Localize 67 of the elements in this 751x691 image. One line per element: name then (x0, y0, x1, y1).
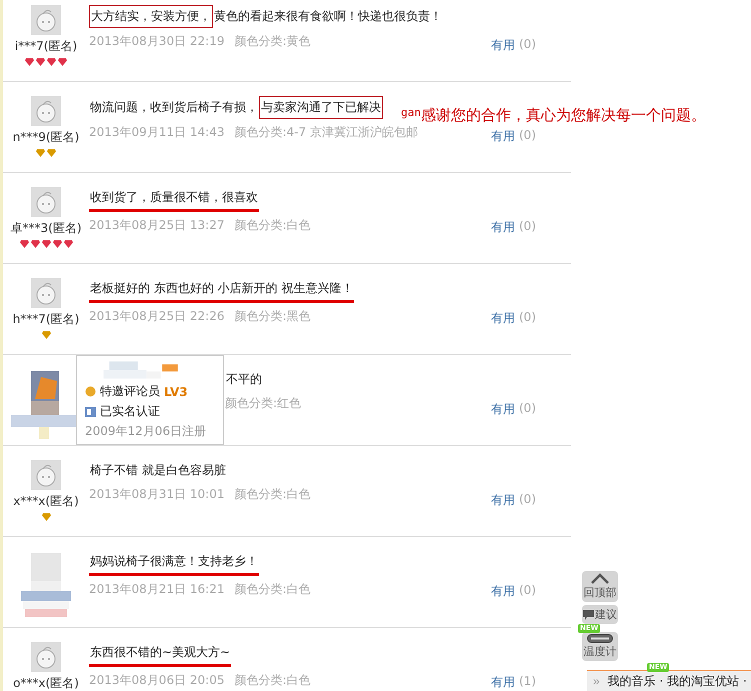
color-variant: 颜色分类:白色 (234, 217, 311, 234)
reviewer-title: 特邀评论员 (100, 383, 160, 400)
reviewer-level: LV3 (164, 384, 188, 398)
color-variant: 颜色分类:4-7 京津冀江浙沪皖包邮 (234, 124, 418, 141)
avatar-icon (31, 642, 61, 672)
user-name: x***x(匿名) (13, 493, 79, 510)
review-date: 2013年08月25日 22:26 (89, 308, 224, 325)
id-card-icon (85, 406, 96, 416)
useful-link[interactable]: 有用 (491, 310, 515, 327)
diamond-icon (42, 331, 50, 339)
up-chevron-icon (590, 573, 610, 584)
useful-link[interactable]: 有用 (491, 401, 515, 418)
color-variant: 颜色分类:白色 (234, 581, 311, 598)
avatar-icon (31, 460, 61, 490)
verified-label: 已实名认证 (100, 403, 160, 420)
user-name: n***9(匿名) (12, 129, 80, 146)
useful-link[interactable]: 有用 (491, 37, 515, 54)
useful-link[interactable]: 有用 (491, 128, 515, 145)
useful-count: (0) (519, 219, 536, 233)
useful-link[interactable]: 有用 (491, 583, 515, 600)
back-to-top-button[interactable]: 回顶部 (582, 571, 618, 602)
user-name: 卓***3(匿名) (10, 220, 82, 237)
review-date: 2013年08月31日 10:01 (89, 486, 224, 503)
useful-link[interactable]: 有用 (491, 219, 515, 236)
review-text: 东西很不错的~美观大方~ (89, 642, 491, 667)
color-variant: 颜色分类:白色 (234, 672, 311, 689)
thermometer-button[interactable]: 温度计 (582, 632, 618, 661)
review-text: 收到货了，质量很不错，很喜欢 (89, 187, 491, 212)
avatar-icon (31, 187, 61, 217)
useful-count: (0) (519, 401, 536, 415)
avatar-icon (31, 5, 61, 35)
feedback-button[interactable]: 建议 (582, 605, 618, 624)
medal-icon (85, 386, 96, 397)
useful-count: (0) (519, 128, 536, 142)
user-name: h***7(匿名) (12, 311, 80, 328)
review-text: 妈妈说椅子很满意！支持老乡！ (89, 551, 491, 576)
thermometer-icon (587, 634, 613, 643)
annotation-text: gan (401, 106, 421, 119)
useful-link[interactable]: 有用 (491, 492, 515, 509)
useful-link[interactable]: 有用 (491, 674, 515, 691)
review-date: 2013年09月11日 14:43 (89, 124, 224, 141)
chat-icon (583, 610, 594, 620)
user-name: i***7(匿名) (14, 38, 78, 55)
review-text: 老板挺好的 东西也好的 小店新开的 祝生意兴隆！ (89, 278, 491, 303)
color-variant: 颜色分类:红色 (225, 395, 302, 412)
avatar-icon (31, 96, 61, 126)
useful-count: (0) (519, 37, 536, 51)
review-text: 椅子不错 就是白色容易脏 (89, 462, 227, 479)
color-variant: 颜色分类:黑色 (234, 308, 311, 325)
color-variant: 颜色分类:白色 (234, 486, 311, 503)
review-date: 2013年08月30日 22:19 (89, 33, 224, 50)
user-name: o***x(匿名) (13, 675, 79, 691)
useful-count: (1) (519, 674, 536, 688)
review-date: 2013年08月25日 13:27 (89, 217, 224, 234)
diamond-icon (42, 513, 50, 521)
toolbar-links[interactable]: 我的音乐 · 我的淘宝优站 · (608, 672, 747, 690)
useful-count: (0) (519, 310, 536, 324)
annotation-text: 感谢您的合作，真心为您解决每一个问题。 (420, 106, 706, 125)
useful-count: (0) (519, 583, 536, 597)
review-text: 不平的 (225, 371, 263, 388)
review-text: 大方结实，安装方便， 黄色的看起来很有食欲啊！快递也很负责！ (89, 5, 491, 28)
color-variant: 颜色分类:黄色 (234, 33, 311, 50)
review-date: 2013年08月21日 16:21 (89, 581, 224, 598)
review-date: 2013年08月06日 20:05 (89, 672, 224, 689)
avatar-icon (31, 278, 61, 308)
useful-count: (0) (519, 492, 536, 506)
registration-date: 2009年12月06日注册 (85, 423, 208, 440)
